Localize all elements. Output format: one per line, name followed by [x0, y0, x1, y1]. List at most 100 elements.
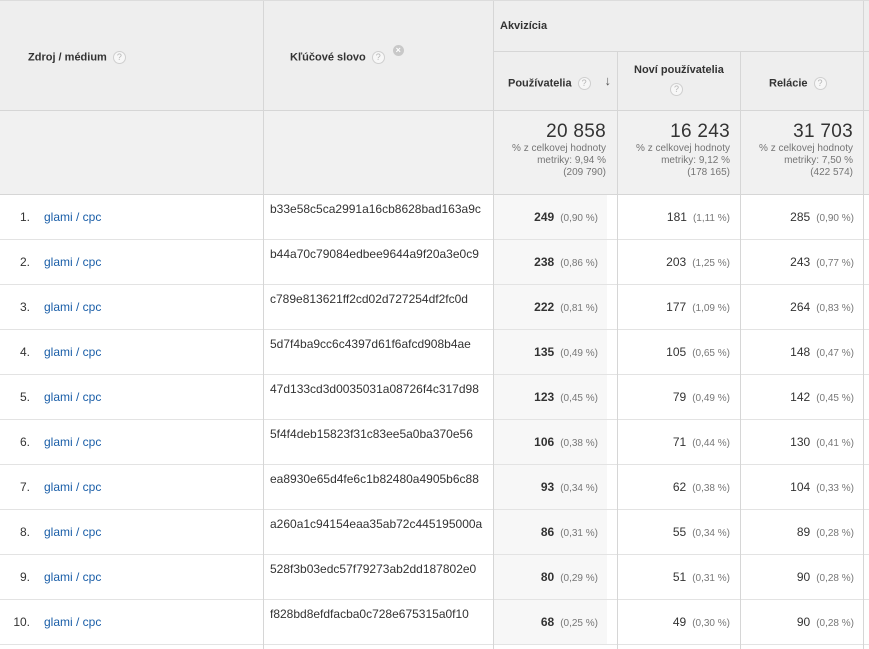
table-header: Zdroj / médium? Kľúčové slovo ? × Akvizíci… — [0, 1, 869, 111]
source-medium-link[interactable]: glami / cpc — [44, 420, 259, 464]
users-value: 249 — [534, 210, 555, 224]
keyword-value: a260a1c94154eaa35ab72c445195000a — [270, 517, 483, 531]
help-icon[interactable]: ? — [670, 83, 683, 96]
remove-dimension-icon[interactable]: × — [392, 45, 404, 56]
help-icon[interactable]: ? — [112, 51, 126, 64]
column-group-label: Akvizícia — [500, 20, 548, 32]
new-users-percent: (0,44 %) — [692, 438, 730, 449]
total-value: 20 858 — [546, 121, 606, 142]
source-medium-link[interactable]: glami / cpc — [44, 375, 259, 419]
sessions-value: 104 — [790, 480, 811, 494]
sessions-value: 243 — [790, 255, 811, 269]
sessions-cell: 104 (0,33 %) — [741, 465, 854, 509]
keyword-value: 47d133cd3d0035031a08726f4c317d98 — [270, 382, 479, 396]
column-header-keyword[interactable]: Kľúčové slovo ? × — [290, 45, 404, 64]
new-users-cell: 177 (1,09 %) — [618, 285, 730, 329]
users-value: 135 — [534, 345, 555, 359]
users-cell: 222 (0,81 %) — [494, 285, 607, 329]
users-percent: (0,25 %) — [560, 618, 598, 629]
sessions-percent: (0,83 %) — [816, 303, 854, 314]
new-users-value: 79 — [672, 390, 687, 404]
divider — [740, 51, 741, 649]
total-value: 31 703 — [793, 121, 853, 142]
total-users: 20 858 % z celkovej hodnoty metriky: 9,9… — [494, 121, 606, 179]
new-users-value: 55 — [672, 525, 687, 539]
source-medium-link[interactable]: glami / cpc — [44, 285, 259, 329]
total-caption: % z celkovej hodnoty — [759, 143, 853, 154]
users-cell: 123 (0,45 %) — [494, 375, 607, 419]
new-users-value: 181 — [666, 210, 687, 224]
column-header-source-medium[interactable]: Zdroj / médium? — [28, 51, 126, 64]
sort-descending-icon[interactable]: ↓ — [605, 73, 612, 88]
new-users-cell: 105 (0,65 %) — [618, 330, 730, 374]
row-index: 6. — [19, 435, 30, 449]
divider — [263, 1, 264, 649]
new-users-value: 51 — [672, 570, 687, 584]
divider — [617, 51, 618, 649]
total-value: 16 243 — [670, 121, 730, 142]
sessions-value: 264 — [790, 300, 811, 314]
users-cell: 238 (0,86 %) — [494, 240, 607, 284]
new-users-percent: (0,34 %) — [692, 528, 730, 539]
users-cell: 68 (0,25 %) — [494, 600, 607, 644]
sessions-value: 90 — [796, 570, 811, 584]
row-index: 4. — [19, 345, 30, 359]
table-row: 2. glami / cpc b44a70c79084edbee9644a9f20a… — [0, 240, 869, 285]
table-row: 4. glami / cpc 5d7f4ba9cc6c4397d61f6afcd90… — [0, 330, 869, 375]
new-users-value: 105 — [666, 345, 687, 359]
users-value: 222 — [534, 300, 555, 314]
source-medium-link[interactable]: glami / cpc — [44, 465, 259, 509]
source-medium-link[interactable]: glami / cpc — [44, 510, 259, 554]
total-caption: % z celkovej hodnoty — [512, 143, 606, 154]
row-index: 9. — [19, 570, 30, 584]
sessions-value: 130 — [790, 435, 811, 449]
sessions-percent: (0,28 %) — [816, 528, 854, 539]
new-users-cell: 71 (0,44 %) — [618, 420, 730, 464]
column-header-sessions[interactable]: Relácie? — [741, 51, 864, 111]
table-row: 8. glami / cpc a260a1c94154eaa35ab72c44519… — [0, 510, 869, 555]
table-row: 5. glami / cpc 47d133cd3d0035031a08726f4c3… — [0, 375, 869, 420]
sessions-value: 89 — [796, 525, 811, 539]
users-percent: (0,34 %) — [560, 483, 598, 494]
source-medium-link[interactable]: glami / cpc — [44, 555, 259, 599]
keyword-value: c789e813621ff2cd02d727254df2fc0d — [270, 292, 468, 306]
total-sessions: 31 703 % z celkovej hodnoty metriky: 7,5… — [741, 121, 853, 179]
sessions-percent: (0,33 %) — [816, 483, 854, 494]
source-medium-link[interactable]: glami / cpc — [44, 195, 259, 239]
sessions-cell: 264 (0,83 %) — [741, 285, 854, 329]
sessions-cell: 148 (0,47 %) — [741, 330, 854, 374]
help-icon[interactable]: ? — [813, 77, 827, 90]
sessions-cell: 90 (0,28 %) — [741, 600, 854, 644]
keyword-value: b44a70c79084edbee9644a9f20a3e0c9 — [270, 247, 479, 261]
row-index: 3. — [19, 300, 30, 314]
users-value: 86 — [540, 525, 555, 539]
new-users-cell: 79 (0,49 %) — [618, 375, 730, 419]
sessions-cell: 285 (0,90 %) — [741, 195, 854, 239]
table-row: 3. glami / cpc c789e813621ff2cd02d727254df… — [0, 285, 869, 330]
source-medium-link[interactable]: glami / cpc — [44, 240, 259, 284]
row-index: 8. — [19, 525, 30, 539]
source-medium-link[interactable]: glami / cpc — [44, 600, 259, 644]
column-header-new-users[interactable]: Noví používatelia ? — [618, 51, 740, 111]
help-icon[interactable]: ? — [371, 51, 385, 64]
new-users-value: 62 — [672, 480, 687, 494]
source-medium-link[interactable]: glami / cpc — [44, 330, 259, 374]
users-percent: (0,49 %) — [560, 348, 598, 359]
column-group-acquisition: Akvizícia — [500, 20, 547, 32]
users-percent: (0,45 %) — [560, 393, 598, 404]
totals-row: 20 858 % z celkovej hodnoty metriky: 9,9… — [0, 111, 869, 195]
table-row: 10. glami / cpc f828bd8efdfacba0c728e67531… — [0, 600, 869, 645]
column-header-label: Relácie — [769, 77, 808, 90]
sessions-value: 142 — [790, 390, 811, 404]
table-row: 1. glami / cpc b33e58c5ca2991a16cb8628bad1… — [0, 195, 869, 240]
users-percent: (0,38 %) — [560, 438, 598, 449]
row-index: 1. — [19, 210, 30, 224]
new-users-cell: 51 (0,31 %) — [618, 555, 730, 599]
help-icon[interactable]: ? — [577, 77, 591, 90]
table-row: 6. glami / cpc 5f4f4deb15823f31c83ee5a0ba3… — [0, 420, 869, 465]
table-row: 9. glami / cpc 528f3b03edc57f79273ab2dd187… — [0, 555, 869, 600]
keyword-value: b33e58c5ca2991a16cb8628bad163a9c — [270, 202, 481, 216]
column-header-users[interactable]: Používatelia? ↓ — [494, 51, 617, 111]
new-users-cell: 203 (1,25 %) — [618, 240, 730, 284]
users-value: 106 — [534, 435, 555, 449]
